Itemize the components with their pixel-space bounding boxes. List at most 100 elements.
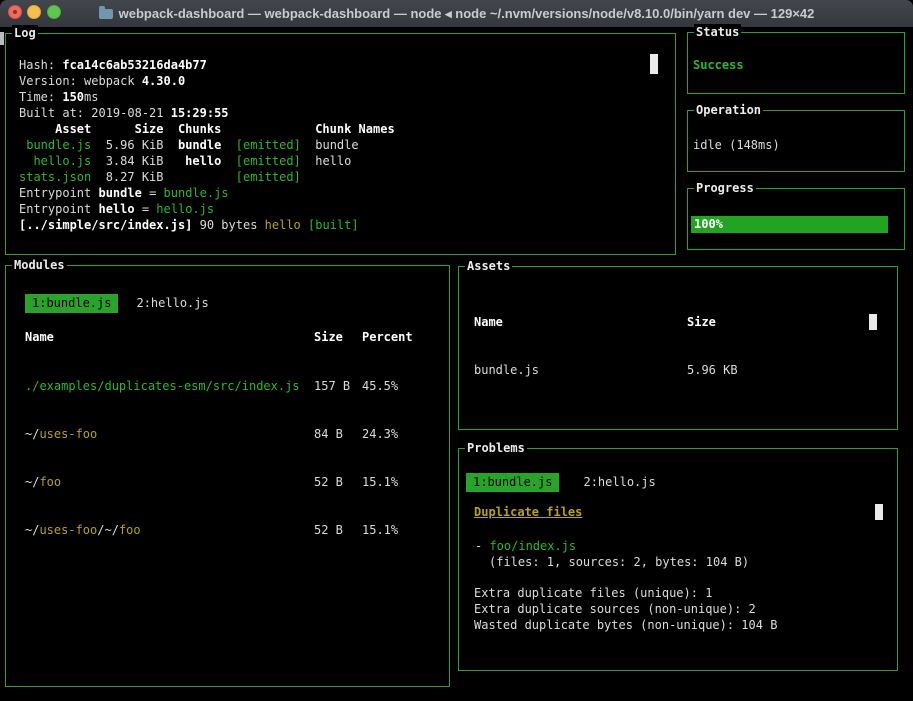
text-segment: foo xyxy=(119,523,141,537)
terminal-line: Built at: 2019-08-21 15:29:55 xyxy=(19,105,395,121)
asset-name: bundle.js xyxy=(474,362,539,378)
text-segment: bundle xyxy=(178,138,221,152)
problem-summary-line: Wasted duplicate bytes (non-unique): 104… xyxy=(474,617,777,633)
terminal-line: [../simple/src/index.js] 90 bytes hello … xyxy=(19,217,395,233)
tab-2-hello-js[interactable]: 2:hello.js xyxy=(136,294,208,313)
assets-header-name: Name xyxy=(474,314,503,330)
text-segment: 90 bytes xyxy=(192,218,264,232)
text-segment: ms xyxy=(84,90,98,104)
window-title-text: webpack-dashboard — webpack-dashboard — … xyxy=(119,6,815,22)
text-segment: Success xyxy=(693,58,744,72)
progress-panel-title: Progress xyxy=(694,180,756,196)
text-segment: 5.96 KiB xyxy=(91,138,178,152)
text-segment: [../simple/src/index.js] xyxy=(19,218,192,232)
text-segment: 8.27 KiB xyxy=(91,170,236,184)
module-size: 157 B xyxy=(314,378,350,394)
progress-bar: 100% xyxy=(691,216,888,233)
minimize-button[interactable] xyxy=(27,5,41,19)
text-segment: fca14c6ab53216da4b77 xyxy=(62,58,207,72)
text-segment: [emitted] xyxy=(236,138,301,152)
text-segment: stats.json xyxy=(19,170,91,184)
text-segment: 3.84 KiB xyxy=(91,154,185,168)
status-panel-title: Status xyxy=(694,24,741,40)
assets-panel: Assets Name Size bundle.js5.96 KB xyxy=(458,266,898,430)
text-segment: [emitted] xyxy=(236,170,301,184)
terminal-window: webpack-dashboard — webpack-dashboard — … xyxy=(0,0,913,701)
module-percent: 45.5% xyxy=(362,378,398,394)
log-panel-title: Log xyxy=(12,25,38,41)
text-segment xyxy=(221,138,235,152)
problems-panel: Problems 1:bundle.js2:hello.js Duplicate… xyxy=(458,448,898,671)
terminal-line: Success xyxy=(693,57,744,73)
text-segment xyxy=(301,218,308,232)
operation-panel-title: Operation xyxy=(694,102,763,118)
text-segment: bundle.js xyxy=(164,186,229,200)
assets-header-size: Size xyxy=(687,314,716,330)
text-segment: 4.30.0 xyxy=(142,74,185,88)
text-segment: = xyxy=(142,186,164,200)
text-segment: 15:29:55 xyxy=(171,106,229,120)
cursor-artifact xyxy=(0,32,4,45)
operation-text: idle (148ms) xyxy=(693,137,780,153)
text-segment: Time: xyxy=(19,90,62,104)
terminal-line: hello.js 3.84 KiB hello [emitted] hello xyxy=(19,153,395,169)
module-name: ~/uses-foo/~/foo xyxy=(25,522,141,538)
text-segment: /~/ xyxy=(97,523,119,537)
log-scrollbar-thumb[interactable] xyxy=(650,54,658,74)
text-segment: Built at: 2019-08-21 xyxy=(19,106,171,120)
close-button[interactable] xyxy=(8,5,22,19)
tab-1-bundle-js[interactable]: 1:bundle.js xyxy=(25,294,118,313)
text-segment: = xyxy=(135,202,157,216)
zoom-button[interactable] xyxy=(47,5,61,19)
text-segment: Version: webpack xyxy=(19,74,142,88)
text-segment: hello xyxy=(265,218,301,232)
terminal-line: Asset Size Chunks Chunk Names xyxy=(19,121,395,137)
text-segment: uses-foo xyxy=(39,523,97,537)
text-segment: Hash: xyxy=(19,58,62,72)
problem-summary-line: Extra duplicate files (unique): 1 xyxy=(474,585,712,601)
problem-detail-line: (files: 1, sources: 2, bytes: 104 B) xyxy=(489,554,749,570)
assets-scrollbar-thumb[interactable] xyxy=(869,314,877,330)
problem-summary-line: Extra duplicate sources (non-unique): 2 xyxy=(474,601,756,617)
log-panel: Log Hash: fca14c6ab53216da4b77Version: w… xyxy=(5,33,676,255)
terminal-line: Entrypoint bundle = bundle.js xyxy=(19,185,395,201)
text-segment: bundle xyxy=(301,138,359,152)
tab-1-bundle-js[interactable]: 1:bundle.js xyxy=(466,473,559,492)
text-segment: ~/ xyxy=(25,475,39,489)
text-segment xyxy=(221,154,235,168)
text-segment: hello.js xyxy=(33,154,91,168)
titlebar: webpack-dashboard — webpack-dashboard — … xyxy=(0,0,913,27)
status-text: Success xyxy=(693,57,744,73)
text-segment: bundle xyxy=(98,186,141,200)
window-title: webpack-dashboard — webpack-dashboard — … xyxy=(99,6,815,22)
text-segment: ~/ xyxy=(25,523,39,537)
assets-panel-title: Assets xyxy=(465,258,512,274)
status-panel: Status Success xyxy=(687,32,905,94)
module-name: ./examples/duplicates-esm/src/index.js xyxy=(25,378,300,394)
terminal-line: Time: 150ms xyxy=(19,89,395,105)
module-percent: 15.1% xyxy=(362,522,398,538)
tab-2-hello-js[interactable]: 2:hello.js xyxy=(583,473,655,492)
text-segment: hello xyxy=(98,202,134,216)
folder-icon xyxy=(99,9,113,19)
text-segment: ~/ xyxy=(25,427,39,441)
module-size: 52 B xyxy=(314,474,343,490)
text-segment: hello.js xyxy=(156,202,214,216)
module-name: ~/uses-foo xyxy=(25,426,97,442)
modules-tabbar: 1:bundle.js 2:hello.js xyxy=(25,294,209,313)
terminal-line: stats.json 8.27 KiB [emitted] xyxy=(19,169,395,185)
text-segment: 150 xyxy=(62,90,84,104)
text-segment: foo xyxy=(39,475,61,489)
text-segment: [emitted] xyxy=(236,154,301,168)
modules-header-name: Name xyxy=(25,329,54,345)
text-segment: ./examples/duplicates-esm/src/index.js xyxy=(25,379,300,393)
problems-scrollbar-thumb[interactable] xyxy=(875,504,883,520)
duplicate-files-link[interactable]: Duplicate files xyxy=(474,504,582,520)
module-size: 52 B xyxy=(314,522,343,538)
text-segment: [built] xyxy=(308,218,359,232)
modules-panel: Modules 1:bundle.js2:hello.js Name Size … xyxy=(5,265,450,687)
operation-panel: Operation idle (148ms) xyxy=(687,110,905,172)
problems-tabbar: 1:bundle.js 2:hello.js xyxy=(466,473,656,492)
terminal-line: Entrypoint hello = hello.js xyxy=(19,201,395,217)
terminal-screen: Log Hash: fca14c6ab53216da4b77 Version: w… xyxy=(0,27,913,701)
